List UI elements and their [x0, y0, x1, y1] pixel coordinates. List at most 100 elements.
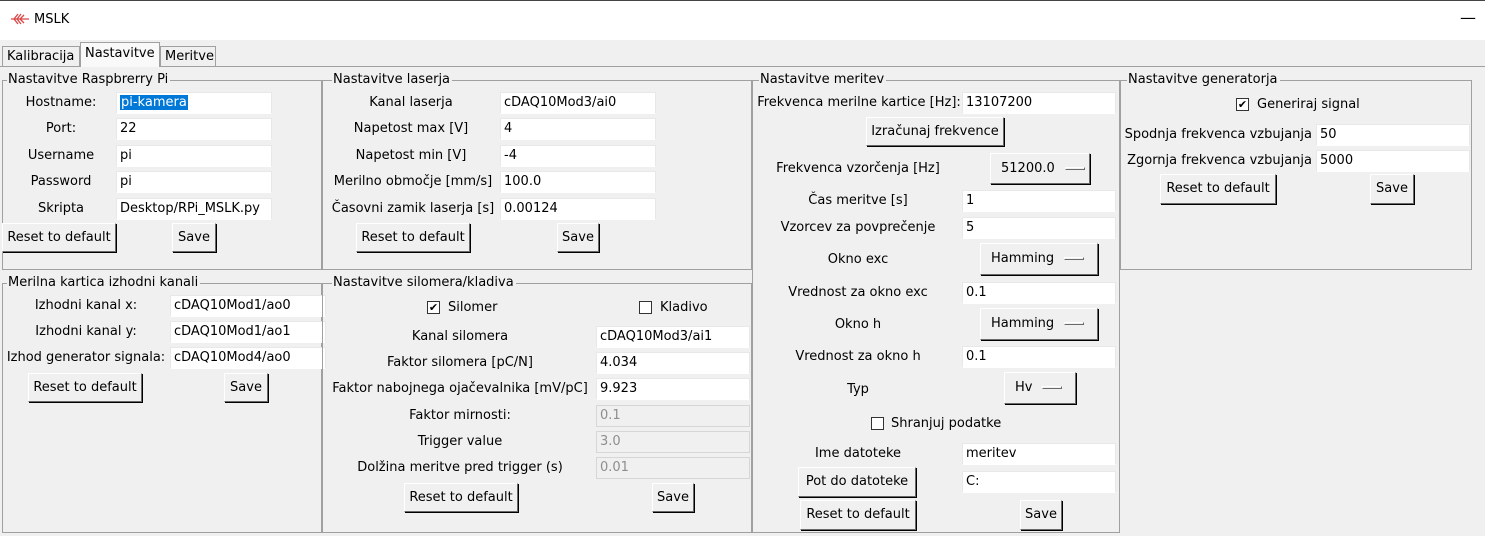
upper-frequency-field[interactable]: 5000 — [1316, 150, 1470, 172]
port-field[interactable]: 22 — [116, 118, 272, 140]
silomer-channel-label: Kanal silomera — [411, 329, 509, 344]
output-x-field[interactable]: cDAQ10Mod1/ao0 — [170, 295, 326, 317]
measurement-settings-frame — [752, 80, 1120, 533]
generate-signal-label: Generiraj signal — [1257, 97, 1360, 112]
silomer-factor-field[interactable]: 4.034 — [596, 352, 750, 374]
window-h-value-field[interactable]: 0.1 — [962, 346, 1116, 368]
calm-factor-field: 0.1 — [596, 405, 750, 427]
output-y-label: Izhodni kanal y: — [35, 324, 137, 339]
measuring-range-field[interactable]: 100.0 — [500, 171, 656, 193]
averaging-samples-field[interactable]: 5 — [962, 217, 1116, 239]
generator-output-field[interactable]: cDAQ10Mod4/ao0 — [170, 347, 326, 369]
hostname-value: pi-kamera — [120, 95, 188, 110]
generator-output-label: Izhod generator signala: — [6, 350, 166, 365]
skripta-label: Skripta — [37, 201, 85, 216]
silomer-frame-title: Nastavitve silomera/kladiva — [332, 275, 516, 290]
voltage-max-field[interactable]: 4 — [500, 118, 656, 140]
measurement-reset-button[interactable]: Reset to default — [800, 500, 916, 530]
voltage-max-label: Napetost max [V] — [353, 121, 469, 136]
averaging-samples-label: Vzorcev za povprečenje — [780, 220, 936, 235]
port-label: Port: — [45, 121, 77, 136]
outputs-reset-button[interactable]: Reset to default — [28, 373, 142, 402]
sampling-frequency-dropdown[interactable]: 51200.0 — [990, 153, 1090, 184]
amplifier-factor-field[interactable]: 9.923 — [596, 378, 750, 400]
amplifier-factor-label: Faktor nabojnega ojačevalnika [mV/pC] — [332, 381, 588, 396]
file-path-field[interactable]: C: — [962, 471, 1116, 493]
window-h-label: Okno h — [834, 317, 882, 332]
title-bar — [0, 0, 1485, 40]
save-data-checkbox[interactable] — [871, 417, 884, 430]
window-exc-value-label: Vrednost za okno exc — [788, 285, 928, 300]
laser-channel-field[interactable]: cDAQ10Mod3/ai0 — [500, 92, 656, 114]
trigger-value-field: 3.0 — [596, 431, 750, 453]
skripta-field[interactable]: Desktop/RPi_MSLK.py — [116, 198, 272, 220]
generator-save-button[interactable]: Save — [1370, 174, 1414, 204]
filename-field[interactable]: meritev — [962, 443, 1116, 465]
app-feather-icon — [11, 13, 29, 25]
voltage-min-label: Napetost min [V] — [355, 148, 467, 163]
dropdown-indicator-icon — [1064, 257, 1085, 260]
window-h-value: Hamming — [991, 316, 1055, 331]
silomer-checkbox[interactable]: ✔ — [427, 301, 440, 314]
username-field[interactable]: pi — [116, 145, 272, 167]
measurement-save-button[interactable]: Save — [1020, 500, 1062, 530]
generate-signal-checkbox[interactable]: ✔ — [1236, 98, 1249, 111]
window-h-dropdown[interactable]: Hamming — [980, 308, 1098, 340]
pretrigger-length-field: 0.01 — [596, 457, 750, 479]
rpi-save-button[interactable]: Save — [172, 223, 216, 252]
card-frequency-field[interactable]: 13107200 — [962, 92, 1116, 114]
window-exc-value: Hamming — [991, 251, 1055, 266]
silomer-save-button[interactable]: Save — [652, 483, 694, 512]
sampling-frequency-label: Frekvenca vzorčenja [Hz] — [776, 161, 940, 176]
file-path-button[interactable]: Pot do datoteke — [798, 467, 916, 497]
generator-frame-title: Nastavitve generatorja — [1127, 72, 1280, 87]
type-dropdown[interactable]: Hv — [1004, 372, 1076, 404]
window-title: MSLK — [34, 12, 70, 27]
lower-frequency-field[interactable]: 50 — [1316, 124, 1470, 146]
output-y-field[interactable]: cDAQ10Mod1/ao1 — [170, 321, 326, 343]
window-exc-dropdown[interactable]: Hamming — [980, 243, 1098, 275]
hostname-field[interactable]: pi-kamera — [116, 92, 272, 114]
tab-nastavitve[interactable]: Nastavitve — [80, 42, 160, 67]
measurement-frame-title: Nastavitve meritev — [759, 72, 887, 87]
dropdown-indicator-icon — [1042, 386, 1063, 389]
rpi-frame-title: Nastavitve Raspbrerry Pi — [7, 72, 171, 87]
minimize-button[interactable]: — — [1460, 8, 1476, 27]
measurement-time-field[interactable]: 1 — [962, 190, 1116, 212]
lower-frequency-label: Spodnja frekvenca vzbujanja — [1124, 127, 1312, 142]
dropdown-indicator-icon — [1064, 322, 1085, 325]
outputs-save-button[interactable]: Save — [224, 373, 268, 402]
filename-label: Ime datoteke — [814, 446, 902, 461]
laser-save-button[interactable]: Save — [557, 223, 599, 252]
rpi-reset-button[interactable]: Reset to default — [2, 223, 116, 252]
window-exc-value-field[interactable]: 0.1 — [962, 282, 1116, 304]
output-frame-title: Merilna kartica izhodni kanali — [7, 275, 201, 290]
laser-channel-label: Kanal laserja — [369, 95, 453, 110]
kladivo-checkbox[interactable] — [639, 301, 652, 314]
pretrigger-length-label: Dolžina meritve pred trigger (s) — [357, 460, 563, 475]
sampling-frequency-value: 51200.0 — [1001, 161, 1055, 176]
measuring-range-label: Merilno območje [mm/s] — [333, 174, 493, 189]
laser-delay-field[interactable]: 0.00124 — [500, 198, 656, 220]
window-exc-label: Okno exc — [827, 252, 889, 267]
calculate-frequency-button[interactable]: Izračunaj frekvence — [866, 117, 1004, 146]
password-label: Password — [30, 174, 92, 189]
output-x-label: Izhodni kanal x: — [34, 298, 138, 313]
hostname-label: Hostname: — [25, 95, 97, 110]
password-field[interactable]: pi — [116, 171, 272, 193]
type-value: Hv — [1015, 380, 1033, 395]
generator-reset-button[interactable]: Reset to default — [1160, 174, 1276, 204]
calm-factor-label: Faktor mirnosti: — [409, 408, 511, 423]
laser-reset-button[interactable]: Reset to default — [356, 223, 470, 252]
voltage-min-field[interactable]: -4 — [500, 145, 656, 167]
silomer-factor-label: Faktor silomera [pC/N] — [387, 355, 533, 370]
laser-delay-label: Časovni zamik laserja [s] — [331, 201, 495, 216]
upper-frequency-label: Zgornja frekvenca vzbujanja — [1127, 153, 1312, 168]
kladivo-checkbox-label: Kladivo — [660, 300, 708, 315]
silomer-reset-button[interactable]: Reset to default — [404, 483, 518, 512]
silomer-channel-field[interactable]: cDAQ10Mod3/ai1 — [596, 326, 750, 348]
tab-bar-line — [0, 66, 1485, 67]
tab-kalibracija[interactable]: Kalibracija — [2, 46, 80, 66]
dropdown-indicator-icon — [1064, 167, 1085, 170]
tab-meritve[interactable]: Meritve — [160, 46, 216, 66]
